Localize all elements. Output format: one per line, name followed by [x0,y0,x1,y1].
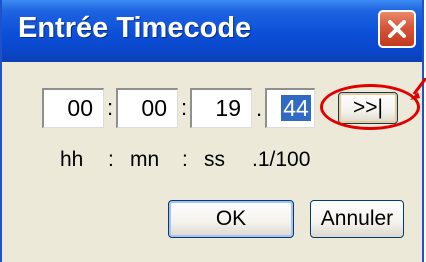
unit-colon: : [182,148,188,171]
unit-ss: ss [204,148,225,171]
separator-colon: : [181,95,188,120]
close-button[interactable] [378,10,416,48]
window-title: Entrée Timecode [18,12,252,44]
title-bar[interactable]: Entrée Timecode [2,0,422,62]
close-icon [388,20,406,38]
unit-hh: hh [60,148,84,171]
frames-field[interactable]: 44 [265,88,315,128]
pointer-arrow-icon [410,78,426,100]
unit-mn: mn [130,148,160,171]
seconds-field[interactable] [190,88,252,128]
timecode-dialog: Entrée Timecode : : . 44 >>| hh : mn : s… [0,0,426,262]
cancel-button[interactable]: Annuler [310,200,404,238]
hours-field[interactable] [42,88,104,128]
ok-button-label: OK [215,207,247,230]
highlight-ring [320,84,420,130]
frames-selected-value[interactable]: 44 [281,95,311,121]
separator-colon: : [107,95,114,120]
unit-hundredths: .1/100 [252,148,311,171]
minutes-field[interactable] [116,88,178,128]
hours-input[interactable] [44,90,103,127]
cancel-button-label: Annuler [320,207,394,230]
ok-button[interactable]: OK [168,200,294,238]
seconds-input[interactable] [192,90,251,127]
separator-dot: . [256,96,263,121]
minutes-input[interactable] [118,90,177,127]
unit-colon: : [108,148,114,171]
